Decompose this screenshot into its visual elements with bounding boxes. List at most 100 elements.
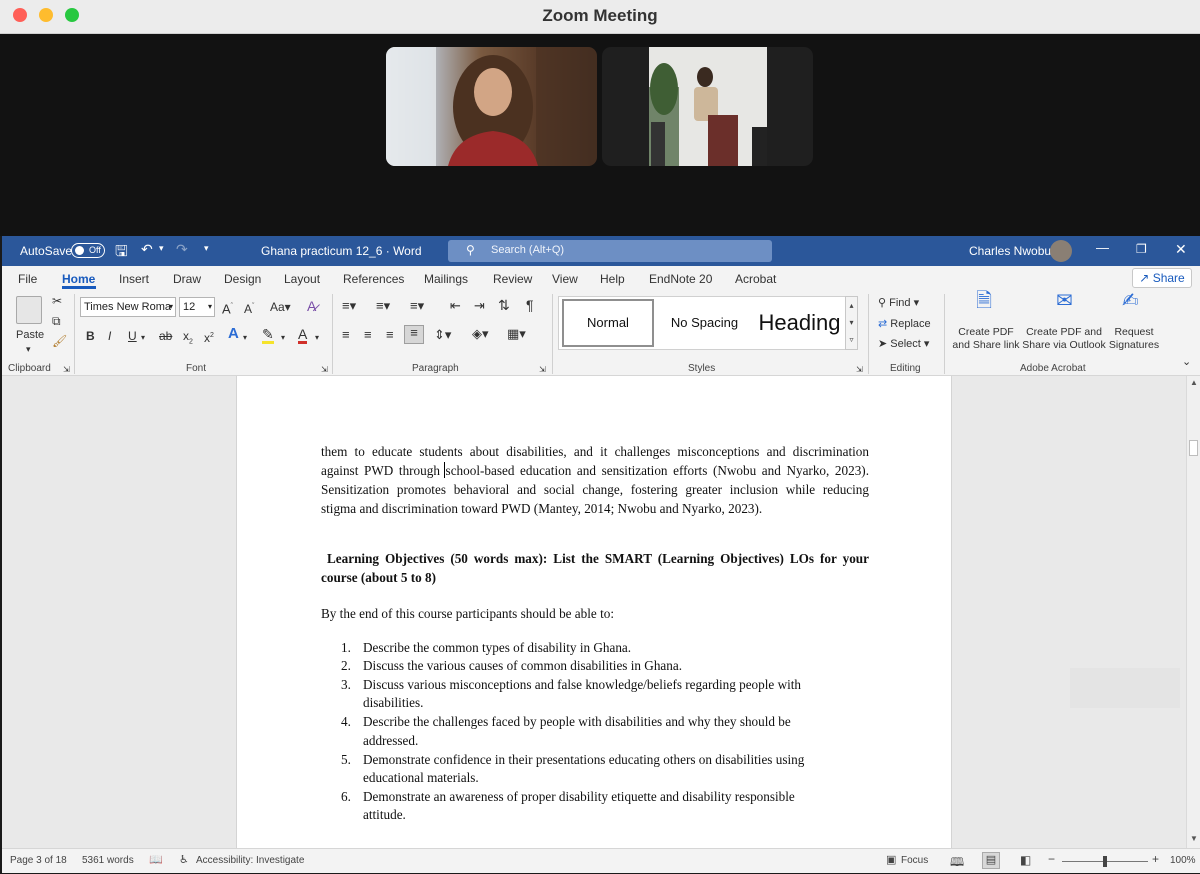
style-normal[interactable]: Normal	[562, 299, 654, 347]
autosave-toggle[interactable]: Off	[71, 243, 105, 258]
accessibility-status[interactable]: Accessibility: Investigate	[196, 855, 304, 866]
zoom-slider-thumb[interactable]	[1103, 856, 1107, 867]
show-formatting-icon[interactable]: ¶	[526, 298, 534, 312]
text-effects-icon[interactable]: A	[228, 326, 239, 341]
tab-endnote[interactable]: EndNote 20	[649, 272, 712, 286]
user-name[interactable]: Charles Nwobu	[969, 244, 1051, 258]
italic-icon[interactable]: I	[108, 329, 111, 343]
format-painter-icon[interactable]: 🖌	[52, 334, 67, 348]
styles-scroll[interactable]: ▴ ▾ ▿	[845, 296, 858, 350]
minimize-icon[interactable]: —	[1096, 240, 1109, 255]
replace-button[interactable]: ⇄ Replace	[878, 317, 931, 331]
highlight-icon[interactable]: ✎	[262, 327, 274, 344]
font-color-dropdown-icon[interactable]: ▾	[315, 331, 319, 345]
change-case-icon[interactable]: Aa▾	[270, 300, 291, 314]
tab-view[interactable]: View	[552, 272, 578, 286]
chevron-down-icon[interactable]: ▾	[846, 314, 857, 331]
request-signatures-icon[interactable]: ✍	[1122, 291, 1139, 311]
create-pdf-outlook-icon[interactable]: ✉	[1056, 291, 1073, 311]
vertical-scrollbar[interactable]: ▲ ▼	[1186, 376, 1200, 848]
tab-design[interactable]: Design	[224, 272, 261, 286]
underline-icon[interactable]: U	[128, 329, 137, 343]
scroll-up-icon[interactable]: ▲	[1190, 378, 1198, 387]
document-page[interactable]: them to educate students about disabilit…	[236, 376, 952, 848]
superscript-icon[interactable]: x2	[204, 329, 214, 345]
clear-formatting-icon[interactable]: A̷	[307, 299, 316, 313]
tab-review[interactable]: Review	[493, 272, 532, 286]
shrink-font-icon[interactable]: Aˇ	[244, 300, 254, 316]
justify-icon[interactable]: ≡	[404, 325, 424, 344]
increase-indent-icon[interactable]: ⇥	[474, 299, 485, 313]
participant-video-tile[interactable]	[602, 47, 813, 166]
paragraph-launcher-icon[interactable]: ⇲	[539, 363, 546, 377]
undo-dropdown-icon[interactable]: ▾	[159, 243, 164, 254]
highlight-dropdown-icon[interactable]: ▾	[281, 331, 285, 345]
underline-dropdown-icon[interactable]: ▾	[141, 331, 145, 345]
font-size-dropdown[interactable]: 12 ▾	[179, 297, 215, 317]
close-icon[interactable]: ✕	[1175, 241, 1187, 258]
tab-file[interactable]: File	[18, 272, 37, 286]
align-right-icon[interactable]: ≡	[386, 328, 394, 342]
share-button[interactable]: ↗ Share	[1132, 268, 1192, 288]
customize-toolbar-icon[interactable]: ▾	[204, 243, 209, 254]
style-heading[interactable]: Heading	[752, 297, 847, 349]
align-left-icon[interactable]: ≡	[342, 328, 350, 342]
copy-icon[interactable]: ⧉	[52, 314, 61, 328]
collapse-ribbon-icon[interactable]: ⌄	[1182, 355, 1191, 369]
tab-draw[interactable]: Draw	[173, 272, 201, 286]
scroll-thumb[interactable]	[1189, 440, 1198, 456]
font-color-icon[interactable]: A	[298, 327, 308, 344]
accessibility-icon[interactable]: ♿	[179, 853, 189, 866]
focus-icon[interactable]: ▣	[886, 853, 896, 866]
font-launcher-icon[interactable]: ⇲	[321, 363, 328, 377]
read-mode-icon[interactable]: 🕮	[950, 853, 964, 874]
style-no-spacing[interactable]: No Spacing	[657, 297, 752, 349]
request-signatures-button[interactable]: Request Signatures	[1106, 326, 1162, 352]
bold-icon[interactable]: B	[86, 329, 95, 343]
scroll-down-icon[interactable]: ▼	[1190, 834, 1198, 843]
zoom-level[interactable]: 100%	[1170, 855, 1196, 866]
multilevel-list-icon[interactable]: ≡▾	[410, 299, 424, 313]
user-avatar[interactable]	[1050, 240, 1072, 262]
tab-home[interactable]: Home	[62, 272, 95, 286]
chevron-up-icon[interactable]: ▴	[846, 297, 857, 314]
zoom-in-icon[interactable]: +	[1152, 852, 1159, 866]
redo-icon[interactable]: ↷	[176, 241, 188, 258]
focus-button[interactable]: Focus	[901, 855, 928, 866]
create-pdf-outlook-button[interactable]: Create PDF and Share via Outlook	[1022, 326, 1106, 352]
borders-icon[interactable]: ▦▾	[507, 327, 526, 341]
font-name-dropdown[interactable]: Times New Roma ▾	[80, 297, 176, 317]
numbering-icon[interactable]: ≡▾	[376, 299, 390, 313]
print-layout-icon[interactable]: ▤	[982, 852, 1000, 869]
save-icon[interactable]: 🖫	[115, 241, 128, 266]
paste-dropdown-icon[interactable]: ▾	[26, 342, 31, 356]
sort-icon[interactable]: ⇅	[498, 298, 510, 312]
tab-layout[interactable]: Layout	[284, 272, 320, 286]
bullets-icon[interactable]: ≡▾	[342, 299, 356, 313]
align-center-icon[interactable]: ≡	[364, 328, 372, 342]
tab-mailings[interactable]: Mailings	[424, 272, 468, 286]
page-count[interactable]: Page 3 of 18	[10, 855, 67, 866]
tab-references[interactable]: References	[343, 272, 404, 286]
more-styles-icon[interactable]: ▿	[846, 331, 857, 348]
decrease-indent-icon[interactable]: ⇤	[450, 299, 461, 313]
cut-icon[interactable]: ✂	[52, 294, 62, 308]
strikethrough-icon[interactable]: ab	[159, 329, 172, 343]
create-pdf-share-link-button[interactable]: Create PDF and Share link	[950, 326, 1022, 352]
restore-icon[interactable]: ❐	[1136, 242, 1147, 256]
text-effects-dropdown-icon[interactable]: ▾	[243, 331, 247, 345]
paste-icon[interactable]	[16, 296, 42, 324]
undo-icon[interactable]: ↶	[141, 241, 153, 258]
zoom-out-icon[interactable]: −	[1048, 852, 1055, 866]
line-spacing-icon[interactable]: ⇕▾	[434, 328, 451, 342]
proofing-icon[interactable]: 📖	[149, 853, 163, 866]
grow-font-icon[interactable]: Aˆ	[222, 300, 233, 316]
paste-button[interactable]: Paste	[16, 328, 44, 342]
word-count[interactable]: 5361 words	[82, 855, 134, 866]
tab-help[interactable]: Help	[600, 272, 625, 286]
tab-insert[interactable]: Insert	[119, 272, 149, 286]
select-button[interactable]: ➤ Select ▾	[878, 337, 929, 351]
web-layout-icon[interactable]: ◧	[1020, 853, 1031, 867]
shading-icon[interactable]: ◈▾	[472, 327, 489, 341]
styles-launcher-icon[interactable]: ⇲	[856, 363, 863, 377]
